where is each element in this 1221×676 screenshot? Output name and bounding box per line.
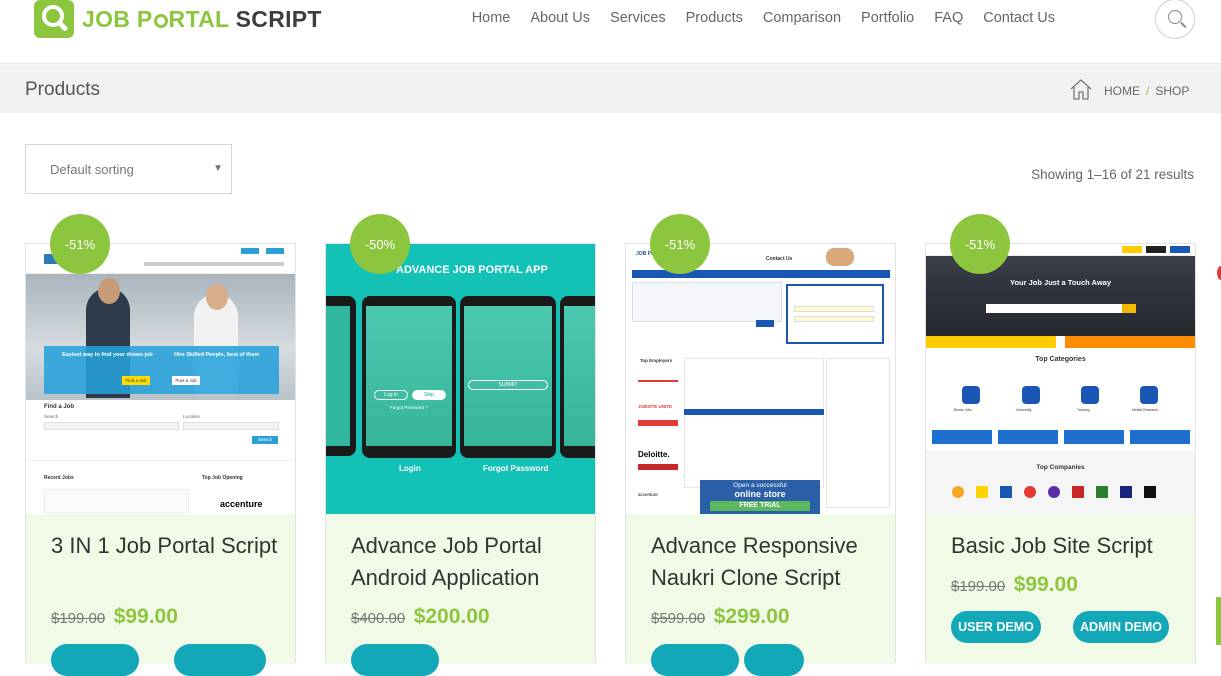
user-demo-button[interactable]: USER DEMO (951, 611, 1041, 643)
page-title: Products (25, 79, 100, 100)
discount-badge: -51% (50, 214, 110, 274)
discount-badge: -51% (950, 214, 1010, 274)
thumb-text: Top Employers (640, 358, 673, 363)
search-button[interactable] (1155, 0, 1195, 39)
site-header: JOB P RTAL SCRIPT Home About Us Services … (0, 0, 1221, 64)
product-thumbnail[interactable]: Easiest way to find your dream job Hire … (26, 244, 295, 514)
old-price: $199.00 (951, 578, 1006, 595)
new-price: $99.00 (1013, 573, 1078, 596)
discount-badge: -50% (350, 214, 410, 274)
magnifier-logo-icon (34, 0, 74, 38)
thumb-text: Training (1077, 408, 1090, 412)
thumb-text: Easiest way to find your dream job (62, 352, 153, 358)
thumb-text: online store (734, 489, 786, 499)
thumb-text: Search (44, 414, 59, 419)
breadcrumb: HOME / SHOP (1104, 84, 1189, 98)
nav-comparison[interactable]: Comparison (763, 10, 841, 26)
thumb-text: Find a Job (122, 376, 150, 385)
thumb-text: Find a Job (44, 404, 74, 410)
nav-about-us[interactable]: About Us (530, 10, 590, 26)
thumb-text: SUBMIT (498, 382, 518, 388)
nav-portfolio[interactable]: Portfolio (861, 10, 914, 26)
demo-button[interactable] (51, 644, 139, 676)
logo-text: JOB P RTAL SCRIPT (82, 5, 322, 32)
thumb-text: Top Companies (1036, 464, 1085, 471)
results-count: Showing 1–16 of 21 results (1031, 167, 1194, 182)
product-price: $599.00 $299.00 (651, 605, 790, 629)
breadcrumb-shop: SHOP (1155, 84, 1190, 98)
thumb-text: Open a successful (733, 482, 787, 489)
product-price: $400.00 $200.00 (351, 605, 490, 629)
product-info: Advance Job Portal Android Application $… (326, 514, 595, 676)
product-price: $199.00 $99.00 (951, 573, 1078, 597)
demo-button[interactable] (351, 644, 439, 676)
thumb-text: Recent Jobs (44, 475, 74, 481)
demo-button[interactable] (174, 644, 266, 676)
discount-badge: -51% (650, 214, 710, 274)
new-price: $99.00 (113, 605, 178, 628)
new-price: $299.00 (713, 605, 790, 628)
thumb-text: accenture (638, 492, 658, 497)
product-thumbnail[interactable]: JOB PORTAL SCRIPT Contact Us Top Employe… (626, 244, 895, 514)
product-info: Basic Job Site Script $199.00 $99.00 USE… (926, 514, 1195, 664)
home-icon[interactable] (1069, 77, 1093, 101)
edge-tab[interactable] (1216, 597, 1221, 645)
nav-services[interactable]: Services (610, 10, 666, 26)
thumb-text: JOBSITE UNITE (638, 404, 673, 409)
breadcrumb-separator: / (1146, 84, 1150, 98)
thumb-text: Books Jobs (954, 408, 973, 412)
product-price: $199.00 $99.00 (51, 605, 178, 629)
thumb-text: Your Job Just a Touch Away (1010, 278, 1111, 287)
thumb-text: accenture (220, 499, 263, 509)
thumb-text: Post a Job (172, 376, 200, 385)
product-info: 3 IN 1 Job Portal Script $199.00 $99.00 (26, 514, 295, 676)
new-price: $200.00 (413, 605, 490, 628)
product-thumbnail[interactable]: Your Job Just a Touch Away Top Categorie… (926, 244, 1195, 514)
product-card[interactable]: Easiest way to find your dream job Hire … (25, 243, 296, 676)
product-card[interactable]: Your Job Just a Touch Away Top Categorie… (925, 243, 1196, 664)
product-name[interactable]: 3 IN 1 Job Portal Script (51, 530, 281, 562)
sorting-select[interactable]: Default sorting ▼ (25, 144, 232, 194)
old-price: $199.00 (51, 610, 106, 627)
nav-contact-us[interactable]: Contact Us (983, 10, 1055, 26)
thumb-text: Log in (384, 392, 398, 398)
thumb-title: ADVANCE JOB PORTAL APP (396, 264, 548, 276)
product-thumbnail[interactable]: ADVANCE JOB PORTAL APP Log in Skip Forgo… (326, 244, 595, 514)
thumb-text: Top Job Opening (202, 475, 243, 481)
site-logo[interactable]: JOB P RTAL SCRIPT (34, 0, 322, 38)
nav-faq[interactable]: FAQ (934, 10, 963, 26)
edge-indicator (1217, 266, 1221, 280)
thumb-text: Hire Skilled People, best of them (174, 352, 260, 358)
demo-button[interactable] (651, 644, 739, 676)
nav-home[interactable]: Home (472, 10, 511, 26)
thumb-text: Forgot Password (483, 464, 549, 473)
main-nav: Home About Us Services Products Comparis… (472, 10, 1055, 26)
dropdown-arrow-icon: ▼ (213, 163, 223, 174)
thumb-text: FREE TRIAL (739, 502, 781, 509)
thumb-text: Deloitte. (638, 450, 670, 459)
thumb-text: Search (252, 436, 278, 444)
nav-products[interactable]: Products (686, 10, 743, 26)
thumb-text: Skip (424, 392, 434, 398)
product-name[interactable]: Advance Responsive Naukri Clone Script (651, 530, 881, 594)
page-title-bar: Products HOME / SHOP (0, 65, 1221, 113)
thumb-text: University (1016, 408, 1032, 412)
product-name[interactable]: Advance Job Portal Android Application (351, 530, 581, 594)
breadcrumb-home[interactable]: HOME (1104, 84, 1140, 98)
product-name[interactable]: Basic Job Site Script (951, 530, 1181, 562)
old-price: $599.00 (651, 610, 706, 627)
product-card[interactable]: ADVANCE JOB PORTAL APP Log in Skip Forgo… (325, 243, 596, 676)
old-price: $400.00 (351, 610, 406, 627)
thumb-text: Location (183, 414, 201, 419)
thumb-text: Health Research (1132, 408, 1159, 412)
thumb-text: Contact Us (766, 256, 793, 262)
product-info: Advance Responsive Naukri Clone Script $… (626, 514, 895, 676)
thumb-text: Forgot Password ? (390, 405, 428, 410)
admin-demo-button[interactable]: ADMIN DEMO (1073, 611, 1169, 643)
product-card[interactable]: JOB PORTAL SCRIPT Contact Us Top Employe… (625, 243, 896, 676)
demo-button[interactable] (744, 644, 804, 676)
thumb-text: Top Categories (1035, 356, 1086, 363)
sorting-value: Default sorting (50, 162, 134, 177)
thumb-text: Login (399, 464, 421, 473)
